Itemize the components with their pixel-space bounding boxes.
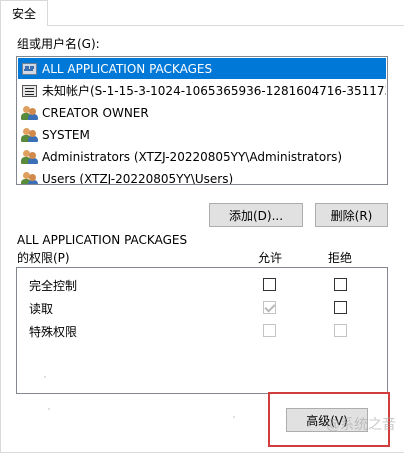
allow-column-header: 允许	[258, 251, 283, 265]
permission-label-read: 读取	[29, 302, 54, 316]
checkmark-icon	[264, 301, 276, 313]
permissions-list: 完全控制 读取 特殊权限	[16, 267, 388, 394]
artifact-speck	[44, 376, 46, 378]
special-allow-checkbox[interactable]	[263, 324, 276, 337]
permissions-title: ALL APPLICATION PACKAGES	[17, 233, 188, 247]
list-item-label: Users (XTZJ-20220805YY\Users)	[42, 171, 234, 185]
list-item-label: SYSTEM	[42, 127, 90, 142]
tab-security[interactable]: 安全	[0, 0, 48, 26]
watermark: @系统之音	[326, 417, 396, 433]
list-item-label: Administrators (XTZJ-20220805YY\Administ…	[42, 149, 343, 164]
deny-column-header: 拒绝	[328, 251, 353, 265]
groups-label: 组或用户名(G):	[17, 37, 100, 51]
permission-label-full-control: 完全控制	[29, 279, 78, 293]
list-item-label: ALL APPLICATION PACKAGES	[42, 61, 213, 76]
full-control-deny-checkbox[interactable]	[334, 278, 347, 291]
list-item[interactable]: ALL APPLICATION PACKAGES	[18, 58, 386, 79]
full-control-allow-checkbox[interactable]	[263, 278, 276, 291]
tab-security-label: 安全	[11, 7, 36, 21]
list-item-label: CREATOR OWNER	[42, 105, 149, 120]
read-deny-checkbox[interactable]	[334, 301, 347, 314]
package-icon	[21, 61, 39, 77]
groups-listbox[interactable]: ALL APPLICATION PACKAGES 未知帐户(S-1-15-3-1…	[16, 56, 388, 185]
list-item[interactable]: SYSTEM	[18, 124, 386, 145]
permission-label-special: 特殊权限	[29, 325, 78, 339]
users-icon	[21, 105, 39, 121]
artifact-speck	[233, 416, 235, 418]
users-icon	[21, 171, 39, 184]
unknown-account-icon	[21, 83, 39, 99]
permissions-subtitle: 的权限(P)	[17, 251, 70, 265]
artifact-speck	[48, 408, 50, 410]
list-item-label: 未知帐户(S-1-15-3-1024-1065365936-1281604716…	[42, 84, 386, 98]
list-item[interactable]: Administrators (XTZJ-20220805YY\Administ…	[18, 146, 386, 167]
list-item[interactable]: 未知帐户(S-1-15-3-1024-1065365936-1281604716…	[18, 80, 386, 101]
list-item[interactable]: Users (XTZJ-20220805YY\Users)	[18, 168, 386, 185]
add-button[interactable]: 添加(D)...	[209, 203, 303, 227]
read-allow-checkbox[interactable]	[263, 301, 276, 314]
list-item[interactable]: CREATOR OWNER	[18, 102, 386, 123]
remove-button[interactable]: 删除(R)	[315, 203, 388, 227]
users-icon	[21, 127, 39, 143]
special-deny-checkbox[interactable]	[334, 324, 347, 337]
users-icon	[21, 149, 39, 165]
